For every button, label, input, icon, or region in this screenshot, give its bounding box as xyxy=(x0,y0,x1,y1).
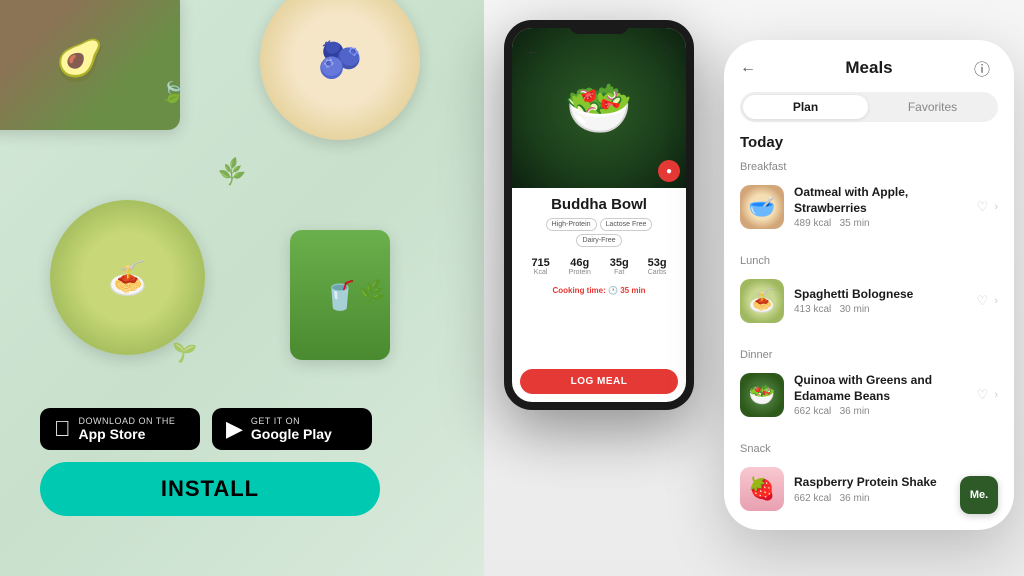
quinoa-meta: 662 kcal 36 min xyxy=(794,406,967,417)
oatmeal-actions: ♡ › xyxy=(977,199,998,215)
shake-info: Raspberry Protein Shake 662 kcal 36 min xyxy=(794,475,967,504)
pasta-name: Spaghetti Bolognese xyxy=(794,287,967,303)
meal-title: Buddha Bowl xyxy=(522,196,676,213)
quinoa-heart-icon[interactable]: ♡ xyxy=(977,387,989,403)
phones-showcase-area: ← ♡ 🥗 ● Buddha Bowl High-Protein Lactose… xyxy=(484,0,1024,576)
google-play-text: GET IT ON Google Play xyxy=(251,416,332,442)
pasta-info: Spaghetti Bolognese 413 kcal 30 min xyxy=(794,287,967,316)
pasta-heart-icon[interactable]: ♡ xyxy=(977,293,989,309)
phone-dark-mockup: ← ♡ 🥗 ● Buddha Bowl High-Protein Lactose… xyxy=(504,20,694,410)
google-play-sublabel: GET IT ON xyxy=(251,416,332,426)
meals-screen-title: Meals xyxy=(764,58,974,78)
food-avocado-toast: 🥑 xyxy=(0,0,180,130)
shake-name: Raspberry Protein Shake xyxy=(794,475,967,491)
oatmeal-meta: 489 kcal 35 min xyxy=(794,218,967,229)
day-label: Today xyxy=(740,134,998,151)
oatmeal-heart-icon[interactable]: ♡ xyxy=(977,199,989,215)
cooking-time: Cooking time: 🕐 35 min xyxy=(522,286,676,295)
pasta-meta: 413 kcal 30 min xyxy=(794,304,967,315)
leaf-decoration-4: 🍃 xyxy=(160,80,185,105)
lunch-label: Lunch xyxy=(740,255,998,267)
app-store-button[interactable]:  Download on the App Store xyxy=(40,408,200,450)
snack-label: Snack xyxy=(740,443,998,455)
tag-high-protein: High-Protein xyxy=(546,218,597,231)
left-cta-area:  Download on the App Store ▶ GET IT ON … xyxy=(40,408,380,516)
food-oatmeal-bowl: 🫐 xyxy=(260,0,420,140)
quinoa-image: 🥗 xyxy=(740,373,784,417)
shake-image: 🍓 xyxy=(740,467,784,511)
pasta-chevron-icon[interactable]: › xyxy=(994,295,998,307)
quinoa-info: Quinoa with Greens and Edamame Beans 662… xyxy=(794,373,967,417)
breakfast-label: Breakfast xyxy=(740,161,998,173)
install-button[interactable]: INSTALL xyxy=(40,462,380,516)
back-icon-dark[interactable]: ← xyxy=(526,42,540,58)
avatar-button[interactable]: Me. xyxy=(960,476,998,514)
tab-plan[interactable]: Plan xyxy=(743,95,868,119)
oatmeal-image: 🥣 xyxy=(740,185,784,229)
google-play-icon: ▶ xyxy=(226,416,243,442)
oatmeal-chevron-icon[interactable]: › xyxy=(994,201,998,213)
stat-kcal: 715 Kcal xyxy=(531,257,549,276)
cooking-time-value: 35 min xyxy=(620,286,645,295)
meal-detail-info: Buddha Bowl High-Protein Lactose Free Da… xyxy=(512,188,686,369)
store-buttons-group:  Download on the App Store ▶ GET IT ON … xyxy=(40,408,380,450)
apple-icon:  xyxy=(54,416,71,442)
dinner-label: Dinner xyxy=(740,349,998,361)
meal-tags: High-Protein Lactose Free Dairy-Free xyxy=(522,218,676,247)
dinner-item[interactable]: 🥗 Quinoa with Greens and Edamame Beans 6… xyxy=(740,369,998,421)
phone-dark-screen: ← ♡ 🥗 ● Buddha Bowl High-Protein Lactose… xyxy=(512,28,686,402)
oatmeal-info: Oatmeal with Apple, Strawberries 489 kca… xyxy=(794,185,967,229)
quinoa-actions: ♡ › xyxy=(977,387,998,403)
pasta-actions: ♡ › xyxy=(977,293,998,309)
meals-tab-bar: Plan Favorites xyxy=(740,92,998,122)
buddha-bowl-image: ← ♡ 🥗 ● xyxy=(512,28,686,188)
log-meal-button[interactable]: LOG MEAL xyxy=(520,369,678,394)
tab-favorites[interactable]: Favorites xyxy=(870,95,995,119)
leaf-decoration-1: 🌿 xyxy=(215,155,249,189)
stat-fat: 35g Fat xyxy=(610,257,629,276)
shake-meta: 662 kcal 36 min xyxy=(794,493,967,504)
pasta-image: 🍝 xyxy=(740,279,784,323)
app-store-sublabel: Download on the xyxy=(79,416,176,426)
stat-carbs: 53g Carbs xyxy=(648,257,667,276)
food-pasta: 🍝 xyxy=(50,200,205,355)
meals-header: ← Meals ⓘ xyxy=(740,56,998,84)
google-play-button[interactable]: ▶ GET IT ON Google Play xyxy=(212,408,372,450)
phone-notch xyxy=(569,20,629,34)
app-store-mainlabel: App Store xyxy=(79,426,176,442)
stat-protein: 46g Protein xyxy=(569,257,591,276)
quinoa-chevron-icon[interactable]: › xyxy=(994,389,998,401)
oatmeal-name: Oatmeal with Apple, Strawberries xyxy=(794,185,967,216)
meal-badge: ● xyxy=(658,160,680,182)
meals-screen: ← Meals ⓘ Plan Favorites Today Breakfast… xyxy=(724,40,1014,530)
breakfast-item[interactable]: 🥣 Oatmeal with Apple, Strawberries 489 k… xyxy=(740,181,998,233)
app-store-text: Download on the App Store xyxy=(79,416,176,442)
lunch-item[interactable]: 🍝 Spaghetti Bolognese 413 kcal 30 min ♡ … xyxy=(740,275,998,327)
quinoa-name: Quinoa with Greens and Edamame Beans xyxy=(794,373,967,404)
google-play-mainlabel: Google Play xyxy=(251,426,332,442)
tag-dairy-free: Dairy-Free xyxy=(576,234,621,247)
meals-info-button[interactable]: ⓘ xyxy=(974,56,998,80)
phone-white-mockup: ← Meals ⓘ Plan Favorites Today Breakfast… xyxy=(724,40,1014,530)
meals-back-button[interactable]: ← xyxy=(740,59,764,77)
heart-icon-dark[interactable]: ♡ xyxy=(659,42,672,59)
tag-lactose-free: Lactose Free xyxy=(600,218,653,231)
meal-stats-row: 715 Kcal 46g Protein 35g Fat 53g Carbs xyxy=(522,252,676,281)
